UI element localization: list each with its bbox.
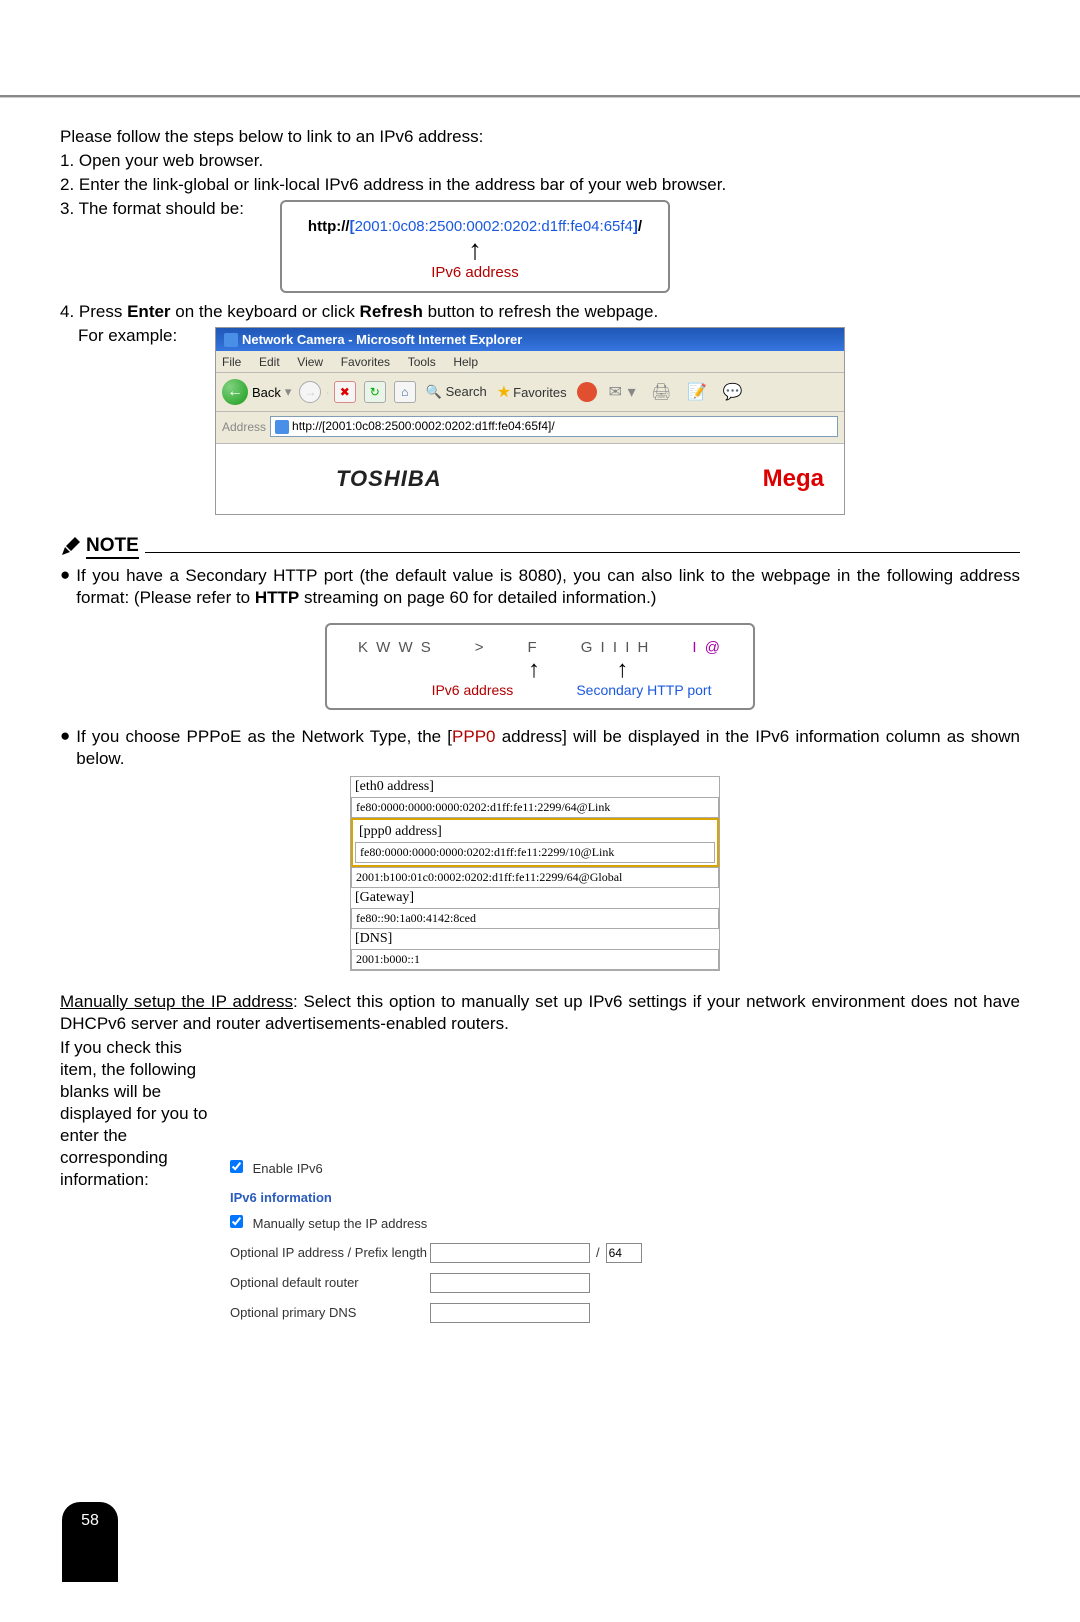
intro-text: Please follow the steps below to link to… — [60, 126, 1020, 148]
token-3: F — [528, 639, 539, 656]
note-bullet-2: ● If you choose PPPoE as the Network Typ… — [60, 726, 1020, 772]
page-icon — [275, 420, 289, 434]
refresh-button-icon[interactable]: ↻ — [364, 381, 386, 403]
gateway-value: fe80::90:1a00:4142:8ced — [351, 908, 719, 929]
ie-menu-tools[interactable]: Tools — [408, 355, 436, 369]
home-button-icon[interactable]: ⌂ — [394, 381, 416, 403]
favorites-label[interactable]: Favorites — [513, 385, 566, 400]
ie-screenshot: Network Camera - Microsoft Internet Expl… — [215, 327, 845, 515]
note-header: NOTE — [60, 535, 1020, 559]
optional-ip-input[interactable] — [430, 1243, 590, 1263]
enable-ipv6-checkbox[interactable] — [230, 1160, 243, 1173]
media-button-icon[interactable] — [577, 382, 597, 402]
ipv6-form: Enable IPv6 IPv6 information Manually se… — [230, 1160, 770, 1323]
ppp0-value-1: fe80:0000:0000:0000:0202:d1ff:fe11:2299/… — [355, 842, 715, 863]
dns-label: [DNS] — [351, 929, 719, 949]
ie-toolbar: ← Back ▾ → · ✖ ↻ ⌂ 🔍 Search ★ Favorites … — [216, 373, 844, 412]
discuss-icon[interactable]: 💬 — [723, 384, 743, 401]
back-button-icon[interactable]: ← — [222, 379, 248, 405]
ipv6-info-table: [eth0 address] fe80:0000:0000:0000:0202:… — [350, 776, 720, 971]
ie-menu-favorites[interactable]: Favorites — [341, 355, 390, 369]
ppp0-value-2: 2001:b100:01c0:0002:0202:d1ff:fe11:2299/… — [351, 867, 719, 888]
optional-router-label: Optional default router — [230, 1275, 430, 1290]
manual-setup-text: Manually setup the IP address: Select th… — [60, 991, 1020, 1035]
mega-text: Mega — [763, 465, 824, 493]
ppp0-highlight: [ppp0 address] fe80:0000:0000:0000:0202:… — [351, 818, 719, 867]
stop-button-icon[interactable]: ✖ — [334, 381, 356, 403]
optional-ip-row: Optional IP address / Prefix length / — [230, 1243, 770, 1263]
optional-dns-label: Optional primary DNS — [230, 1305, 430, 1320]
eth0-value: fe80:0000:0000:0000:0202:d1ff:fe11:2299/… — [351, 797, 719, 818]
gateway-label: [Gateway] — [351, 888, 719, 908]
url-suffix: / — [638, 218, 642, 235]
url-ipv6-address: 2001:0c08:2500:0002:0202:d1ff:fe04:65f4 — [355, 218, 633, 235]
token-1: K W W S — [358, 639, 433, 656]
ie-menu-help[interactable]: Help — [453, 355, 478, 369]
ipv6-address-label: IPv6 address — [432, 682, 514, 698]
eth0-label: [eth0 address] — [351, 777, 719, 797]
secondary-port-example: K W W S > F G I I I H I @ ↑ ↑ IPv6 addre… — [325, 623, 755, 709]
ie-menu-bar: File Edit View Favorites Tools Help — [216, 351, 844, 373]
step-2: 2. Enter the link-global or link-local I… — [60, 174, 1020, 196]
manual-setup-row: Manually setup the IP address — [230, 1215, 770, 1231]
token-4: G I I I H — [581, 639, 651, 656]
note-bullet-1: ● If you have a Secondary HTTP port (the… — [60, 565, 1020, 611]
back-label[interactable]: Back — [252, 385, 281, 400]
note-title: NOTE — [86, 535, 139, 559]
ipv6-info-title: IPv6 information — [230, 1190, 770, 1205]
step-1: 1. Open your web browser. — [60, 150, 1020, 172]
ie-menu-view[interactable]: View — [297, 355, 323, 369]
ie-extra-icons: ✉ ▾ 🖨 📝 💬 — [597, 382, 743, 402]
address-label: Address — [222, 420, 266, 434]
ie-menu-edit[interactable]: Edit — [259, 355, 280, 369]
step-4: 4. Press Enter on the keyboard or click … — [60, 301, 1020, 323]
url-format-line: http://[2001:0c08:2500:0002:0202:d1ff:fe… — [292, 218, 658, 235]
ie-titlebar: Network Camera - Microsoft Internet Expl… — [216, 328, 844, 352]
address-input[interactable]: http://[2001:0c08:2500:0002:0202:d1ff:fe… — [270, 416, 838, 437]
manual-check-text-full: If you check this item, the following bl… — [60, 1156, 1020, 1178]
optional-dns-input[interactable] — [430, 1303, 590, 1323]
for-example-label: For example: — [78, 325, 213, 347]
token-2: > — [475, 639, 486, 656]
arrow-up-icon: ↑ — [528, 660, 540, 679]
arrow-up-icon: ↑ — [616, 660, 628, 679]
token-5: I @ — [692, 639, 722, 656]
note-pen-icon — [60, 537, 80, 557]
favorites-star-icon[interactable]: ★ — [497, 382, 511, 402]
ppp0-label: [ppp0 address] — [355, 822, 715, 842]
optional-router-row: Optional default router — [230, 1273, 770, 1293]
secondary-port-label: Secondary HTTP port — [576, 682, 711, 698]
page-number: 58 — [62, 1502, 118, 1582]
prefix-length-input[interactable] — [606, 1243, 642, 1263]
ie-menu-file[interactable]: File — [222, 355, 241, 369]
url-prefix: http:// — [308, 218, 350, 235]
optional-ip-label: Optional IP address / Prefix length — [230, 1245, 430, 1260]
arrow-up-icon: ↑ — [292, 239, 658, 261]
manual-setup-checkbox[interactable] — [230, 1215, 243, 1228]
ie-page-body: TOSHIBA Mega — [216, 444, 844, 514]
enable-ipv6-label: Enable IPv6 — [253, 1161, 323, 1176]
optional-dns-row: Optional primary DNS — [230, 1303, 770, 1323]
edit-icon[interactable]: 📝 — [687, 384, 707, 401]
manual-setup-label: Manually setup the IP address — [253, 1216, 428, 1231]
forward-button-icon[interactable]: → — [299, 381, 321, 403]
search-button[interactable]: 🔍 Search — [426, 384, 487, 400]
print-icon[interactable]: 🖨 — [651, 384, 671, 401]
mail-icon[interactable]: ✉ — [609, 384, 622, 401]
optional-router-input[interactable] — [430, 1273, 590, 1293]
toshiba-logo: TOSHIBA — [336, 466, 442, 492]
url-format-box: http://[2001:0c08:2500:0002:0202:d1ff:fe… — [280, 200, 670, 292]
dns-value: 2001:b000::1 — [351, 949, 719, 970]
ie-address-bar: Address http://[2001:0c08:2500:0002:0202… — [216, 412, 844, 444]
ie-logo-icon — [224, 333, 238, 347]
ipv6-address-label: IPv6 address — [292, 264, 658, 281]
step-3: 3. The format should be: — [60, 198, 270, 220]
